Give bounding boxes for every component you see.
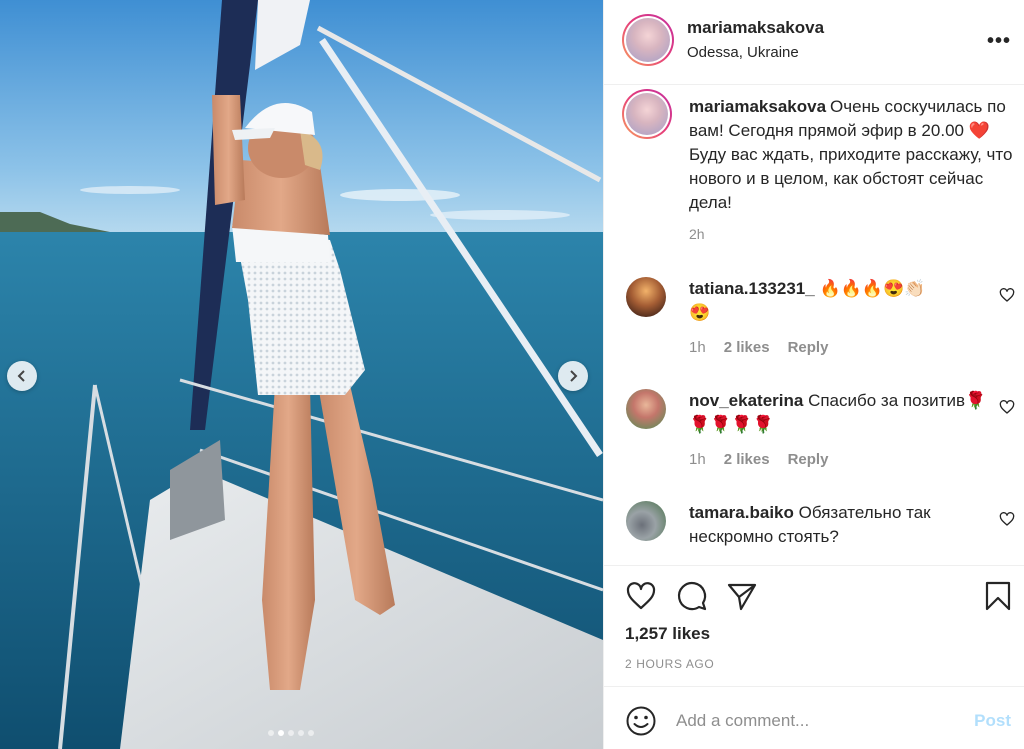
caption-username[interactable]: mariamaksakova (689, 97, 826, 116)
author-username[interactable]: mariamaksakova (687, 18, 824, 38)
reply-button[interactable]: Reply (788, 339, 829, 356)
reply-button[interactable]: Reply (788, 451, 829, 468)
chevron-right-icon (570, 370, 578, 382)
carousel-dot (308, 730, 314, 736)
comment-username[interactable]: tatiana.133231_ (689, 279, 815, 298)
commenter-avatar[interactable] (626, 277, 666, 317)
post-time-ago[interactable]: 2 HOURS AGO (625, 657, 714, 671)
commenter-avatar[interactable] (626, 501, 666, 541)
add-comment-bar: Post (604, 686, 1024, 749)
carousel-dot (298, 730, 304, 736)
comment-time[interactable]: 1h (689, 451, 706, 468)
caption-avatar[interactable] (622, 89, 672, 139)
carousel-prev-button[interactable] (7, 361, 37, 391)
author-avatar[interactable] (622, 14, 674, 66)
comment-time[interactable]: 1h (689, 339, 706, 356)
comment-likes[interactable]: 2 likes (724, 451, 770, 468)
carousel-dot (268, 730, 274, 736)
comment-meta: 1h 2 likes Reply (689, 339, 828, 356)
comment-username[interactable]: tamara.baiko (689, 503, 794, 522)
chevron-left-icon (17, 370, 25, 382)
carousel-dot (288, 730, 294, 736)
comment-likes[interactable]: 2 likes (724, 339, 770, 356)
comment-body: 🔥🔥🔥😍👏🏻 (819, 279, 926, 298)
comment-input[interactable] (676, 707, 956, 735)
caption-body-2: Буду вас ждать, приходите расскажу, что … (689, 145, 1013, 212)
post-photo[interactable] (0, 0, 603, 749)
post-header: mariamaksakova Odessa, Ukraine ••• (604, 0, 1024, 85)
carousel-dots (268, 730, 314, 736)
comment-bubble-icon[interactable] (676, 580, 708, 612)
emoji-smiley-icon[interactable] (625, 705, 657, 737)
post-comment-button[interactable]: Post (974, 711, 1011, 731)
caption-time[interactable]: 2h (689, 226, 705, 242)
comment-meta: 1h 2 likes Reply (689, 451, 828, 468)
caption-text: mariamaksakova Очень соскучилась по вам! … (689, 95, 1019, 215)
comment-like-heart-icon[interactable] (999, 287, 1015, 303)
carousel-dot-active (278, 730, 284, 736)
comment-like-heart-icon[interactable] (999, 399, 1015, 415)
post-location[interactable]: Odessa, Ukraine (687, 44, 799, 61)
post-details-panel: mariamaksakova Odessa, Ukraine ••• maria… (603, 0, 1024, 749)
heart-emoji: ❤️ (968, 121, 990, 140)
comment-text: tatiana.133231_ 🔥🔥🔥😍👏🏻 😍 (689, 277, 989, 325)
comment-text: nov_ekaterina Спасибо за позитив🌹🌹🌹🌹🌹 (689, 389, 989, 437)
comment-like-heart-icon[interactable] (999, 511, 1015, 527)
more-options-icon[interactable]: ••• (987, 30, 1011, 53)
comment-text: tamara.baiko Обязательно так нескромно с… (689, 501, 989, 549)
likes-count[interactable]: 1,257 likes (625, 624, 710, 644)
comment-username[interactable]: nov_ekaterina (689, 391, 803, 410)
bookmark-icon[interactable] (982, 580, 1014, 612)
like-heart-icon[interactable] (625, 580, 657, 612)
comment-body-line2: 😍 (689, 303, 711, 322)
share-paper-plane-icon[interactable] (726, 580, 758, 612)
post-image (0, 0, 603, 749)
carousel-next-button[interactable] (558, 361, 588, 391)
commenter-avatar[interactable] (626, 389, 666, 429)
post-actions: 1,257 likes 2 HOURS AGO (604, 565, 1024, 686)
